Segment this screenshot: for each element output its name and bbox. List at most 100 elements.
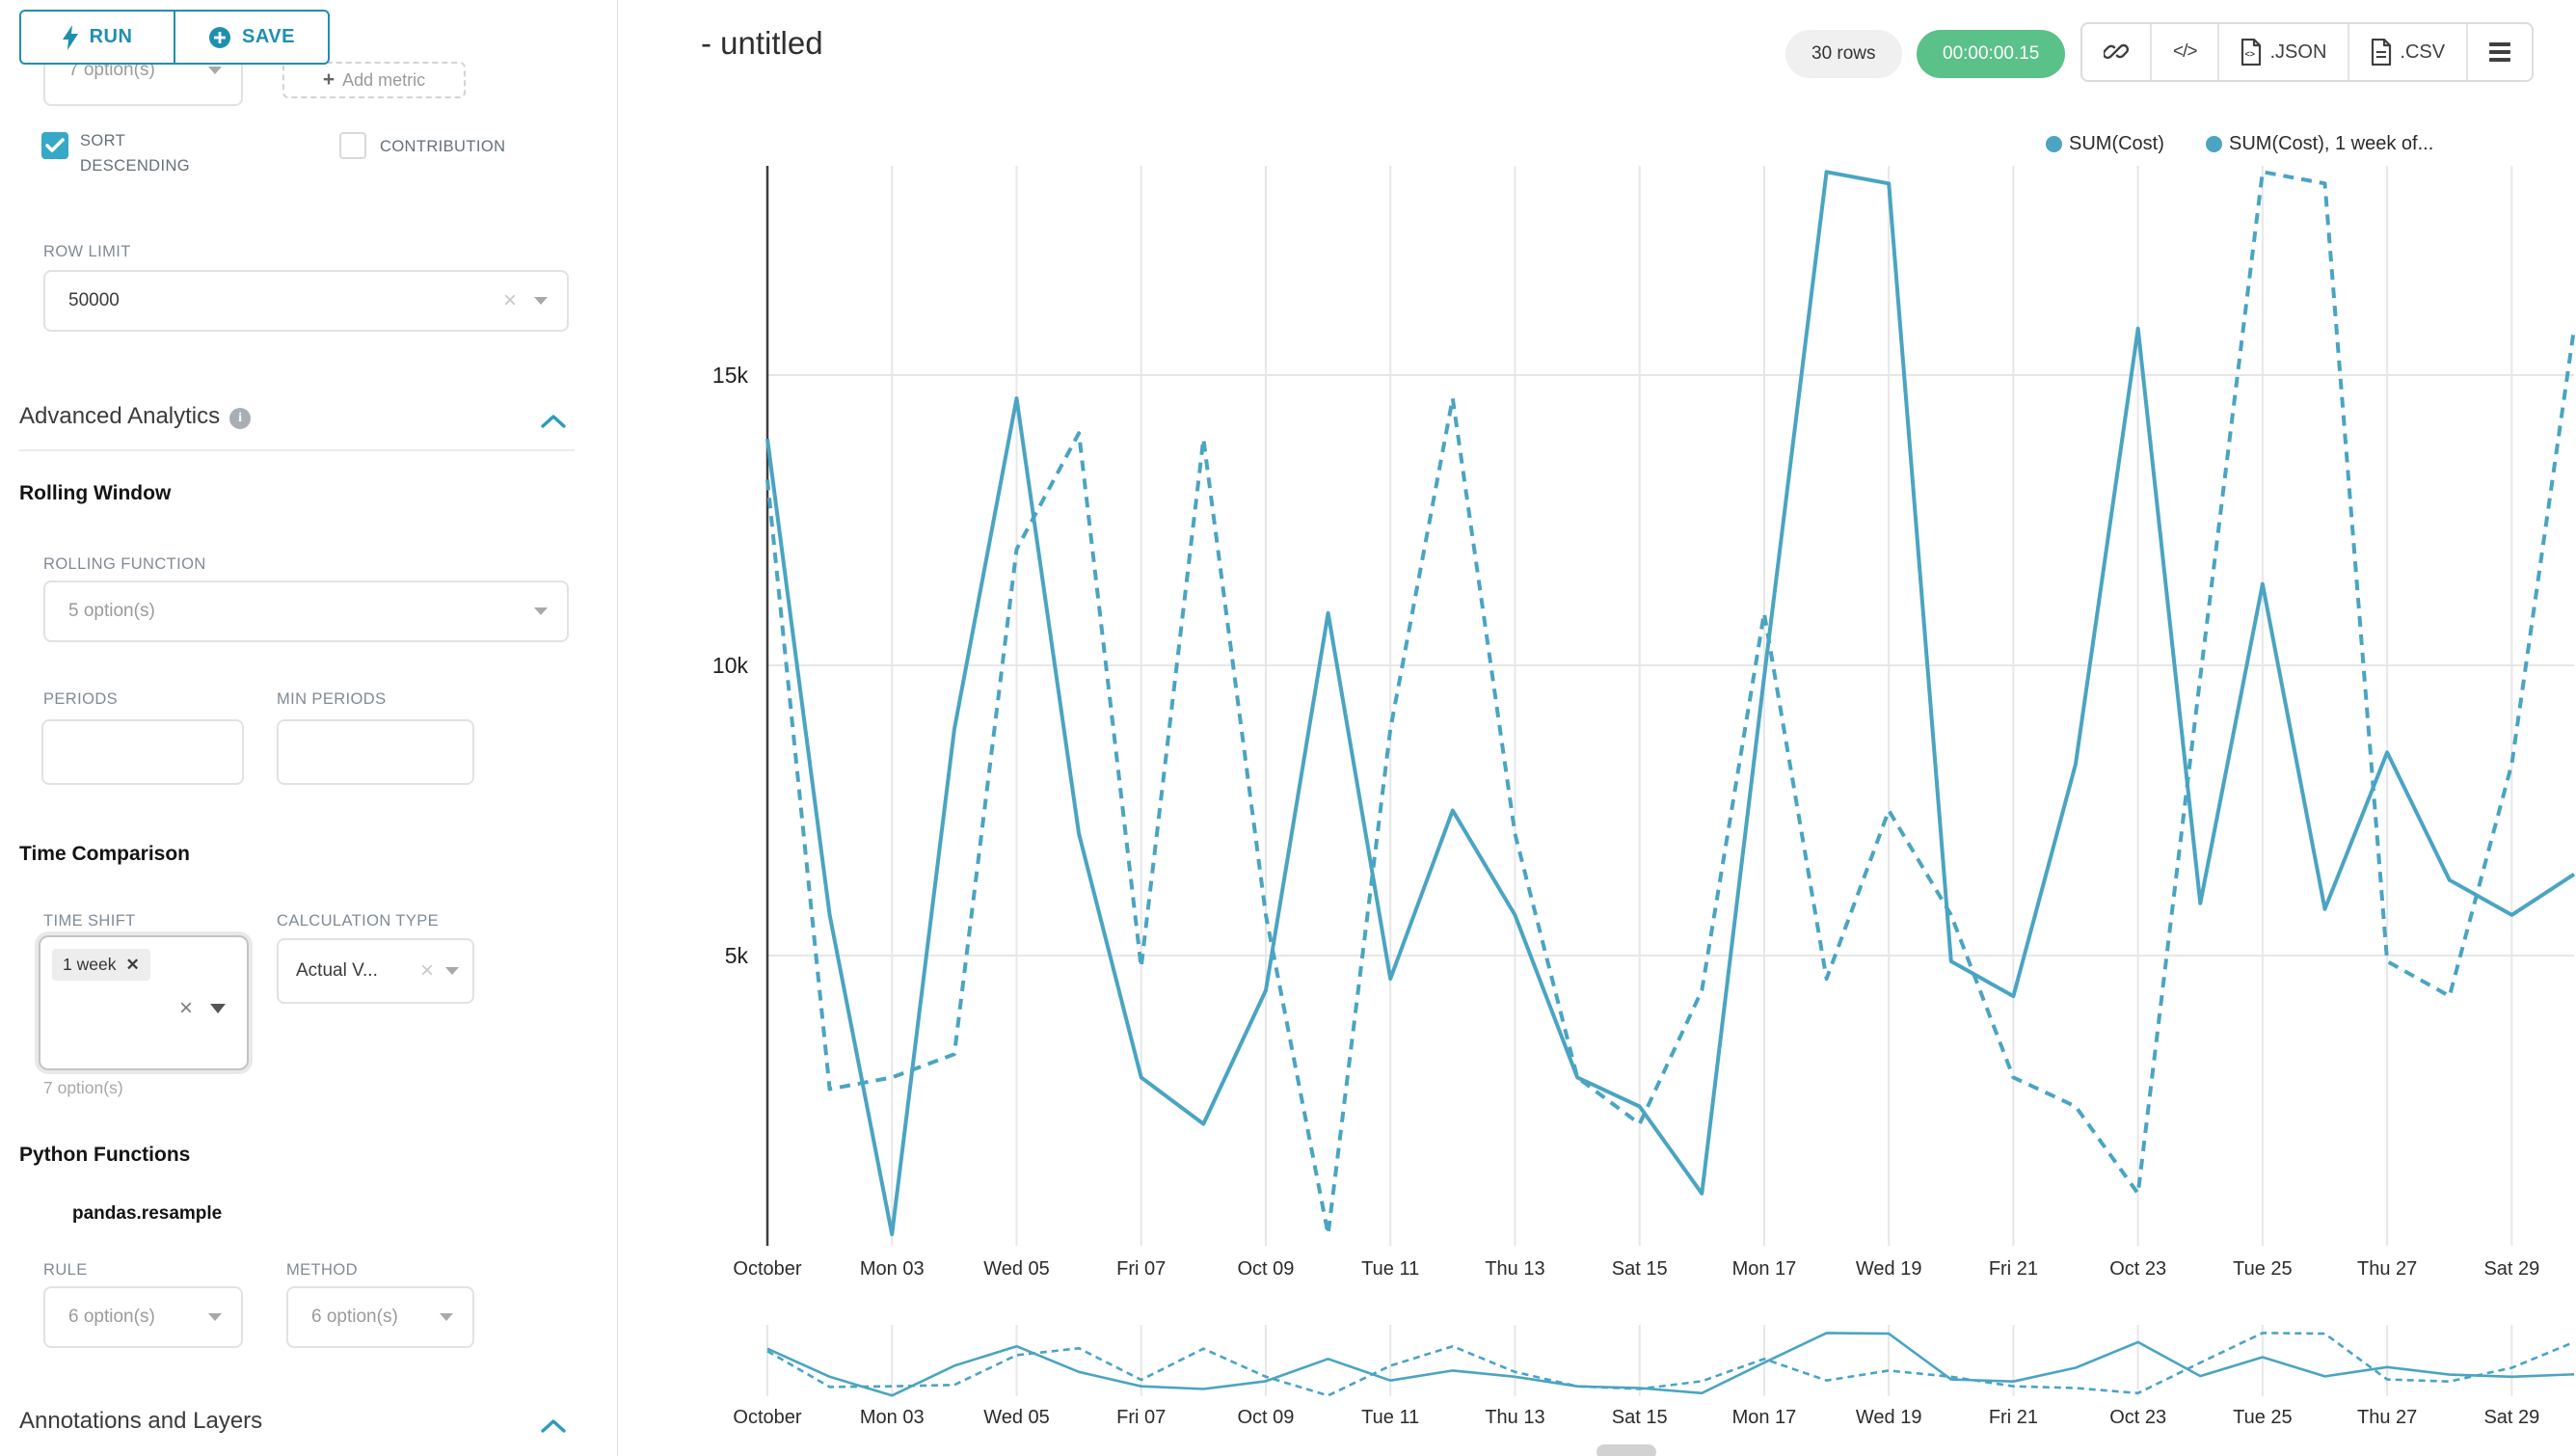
svg-text:5k: 5k <box>725 943 749 968</box>
plus-circle-icon <box>208 26 231 49</box>
rolling-function-label: ROLLING FUNCTION <box>43 555 206 574</box>
rolling-function-select[interactable]: 5 option(s) <box>43 580 569 642</box>
svg-text:10k: 10k <box>712 653 749 678</box>
add-metric-label: Add metric <box>342 70 425 91</box>
resize-drag-handle[interactable] <box>1597 1444 1656 1456</box>
svg-text:Mon 17: Mon 17 <box>1732 1407 1797 1428</box>
svg-text:Fri 07: Fri 07 <box>1116 1258 1166 1280</box>
run-button[interactable]: RUN <box>21 12 174 63</box>
add-metric-button[interactable]: + Add metric <box>282 62 466 98</box>
chevron-down-icon <box>440 1313 453 1321</box>
share-link-button[interactable] <box>2082 24 2150 80</box>
time-shift-label: TIME SHIFT <box>43 912 136 930</box>
svg-text:Wed 19: Wed 19 <box>1856 1407 1922 1428</box>
chevron-up-icon[interactable] <box>540 1417 567 1435</box>
method-label: METHOD <box>286 1261 358 1280</box>
row-limit-value: 50000 <box>68 290 503 311</box>
chevron-down-icon <box>210 1004 226 1013</box>
svg-text:Sat 29: Sat 29 <box>2483 1258 2539 1280</box>
svg-text:Tue 25: Tue 25 <box>2233 1407 2293 1428</box>
calculation-type-select[interactable]: Actual V... × <box>277 938 474 1004</box>
lightning-icon <box>63 25 79 50</box>
python-function-name: pandas.resample <box>72 1203 222 1225</box>
more-options-button[interactable] <box>2466 24 2532 80</box>
download-json-button[interactable]: <> .JSON <box>2217 24 2348 80</box>
info-icon: i <box>229 408 251 429</box>
legend-dot-icon <box>2206 136 2222 152</box>
svg-text:Tue 11: Tue 11 <box>1361 1407 1419 1428</box>
embed-code-button[interactable]: </> <box>2150 24 2217 80</box>
calculation-type-value: Actual V... <box>296 960 420 982</box>
svg-text:Fri 07: Fri 07 <box>1116 1407 1166 1428</box>
svg-text:Tue 25: Tue 25 <box>2233 1258 2293 1280</box>
legend-dot-icon <box>2046 136 2062 152</box>
rule-select[interactable]: 6 option(s) <box>43 1286 243 1348</box>
min-periods-input[interactable] <box>277 719 474 785</box>
svg-text:Mon 17: Mon 17 <box>1732 1258 1797 1280</box>
svg-text:Oct 23: Oct 23 <box>2109 1258 2166 1280</box>
download-json-label: .JSON <box>2269 41 2326 64</box>
svg-text:Thu 27: Thu 27 <box>2357 1258 2417 1280</box>
svg-text:Mon 03: Mon 03 <box>860 1258 925 1280</box>
rule-label: RULE <box>43 1261 88 1280</box>
clear-icon[interactable]: × <box>179 997 193 1020</box>
rule-value: 6 option(s) <box>68 1307 208 1328</box>
sort-descending-label: SORT DESCENDING <box>80 129 205 178</box>
save-button[interactable]: SAVE <box>174 12 328 63</box>
svg-text:Thu 13: Thu 13 <box>1485 1407 1544 1428</box>
legend-label: SUM(Cost), 1 week of... <box>2229 133 2433 155</box>
hamburger-menu-icon <box>2489 42 2510 62</box>
row-count-badge: 30 rows <box>1785 30 1902 78</box>
time-shift-controls: × <box>179 997 226 1020</box>
time-shift-tag: 1 week ✕ <box>52 949 150 981</box>
legend-item-sum-cost[interactable]: SUM(Cost) <box>2046 133 2164 155</box>
svg-text:Sat 15: Sat 15 <box>1612 1258 1668 1280</box>
svg-text:<>: <> <box>2245 49 2256 59</box>
svg-text:15k: 15k <box>712 363 749 388</box>
min-periods-label: MIN PERIODS <box>277 690 387 709</box>
superset-explore-page: 7 option(s) RUN SAVE + Add metric <box>0 0 2576 1456</box>
svg-text:Sat 29: Sat 29 <box>2483 1407 2539 1428</box>
contribution-checkbox[interactable] <box>339 132 366 159</box>
clear-icon[interactable]: × <box>420 959 434 983</box>
save-button-label: SAVE <box>242 26 295 48</box>
method-select[interactable]: 6 option(s) <box>286 1286 474 1348</box>
chevron-down-icon <box>208 67 222 74</box>
periods-input[interactable] <box>41 719 244 785</box>
method-value: 6 option(s) <box>311 1307 440 1328</box>
annotations-layers-header[interactable]: Annotations and Layers <box>19 1408 262 1435</box>
export-toolbar: </> <> .JSON .CSV <box>2080 22 2534 82</box>
svg-text:Oct 23: Oct 23 <box>2109 1407 2166 1428</box>
svg-text:October: October <box>733 1258 801 1280</box>
check-icon <box>45 138 65 153</box>
legend-item-sum-cost-offset[interactable]: SUM(Cost), 1 week of... <box>2206 133 2433 155</box>
clear-icon[interactable]: × <box>503 289 517 312</box>
sort-descending-checkbox[interactable] <box>41 132 68 159</box>
chevron-up-icon[interactable] <box>540 413 567 430</box>
section-divider <box>19 449 575 451</box>
chevron-down-icon <box>534 297 548 305</box>
file-csv-icon <box>2371 39 2392 66</box>
legend-label: SUM(Cost) <box>2069 133 2164 155</box>
svg-text:Wed 19: Wed 19 <box>1856 1258 1922 1280</box>
code-icon: </> <box>2173 41 2196 63</box>
timeseries-line-chart: 5k10k15kOctoberMon 03Wed 05Fri 07Oct 09T… <box>618 0 2576 1456</box>
time-shift-hint: 7 option(s) <box>43 1078 123 1098</box>
remove-tag-icon[interactable]: ✕ <box>125 956 139 975</box>
time-shift-tag-label: 1 week <box>63 955 116 975</box>
download-csv-button[interactable]: .CSV <box>2348 24 2466 80</box>
svg-text:Oct 09: Oct 09 <box>1238 1258 1295 1280</box>
python-functions-title: Python Functions <box>19 1144 190 1167</box>
advanced-analytics-title: Advanced Analytics <box>19 403 220 429</box>
rolling-function-value: 5 option(s) <box>68 601 534 622</box>
plus-icon: + <box>323 68 335 92</box>
row-limit-label: ROW LIMIT <box>43 243 131 261</box>
chart-title[interactable]: - untitled <box>701 25 823 62</box>
advanced-analytics-header[interactable]: Advanced Analytics i <box>19 403 251 430</box>
svg-text:Mon 03: Mon 03 <box>860 1407 925 1428</box>
time-shift-multiselect[interactable]: 1 week ✕ × <box>39 935 249 1070</box>
calculation-type-label: CALCULATION TYPE <box>277 912 439 930</box>
svg-text:Fri 21: Fri 21 <box>1989 1407 2038 1428</box>
row-limit-select[interactable]: 50000 × <box>43 270 569 332</box>
chevron-down-icon <box>534 607 548 615</box>
